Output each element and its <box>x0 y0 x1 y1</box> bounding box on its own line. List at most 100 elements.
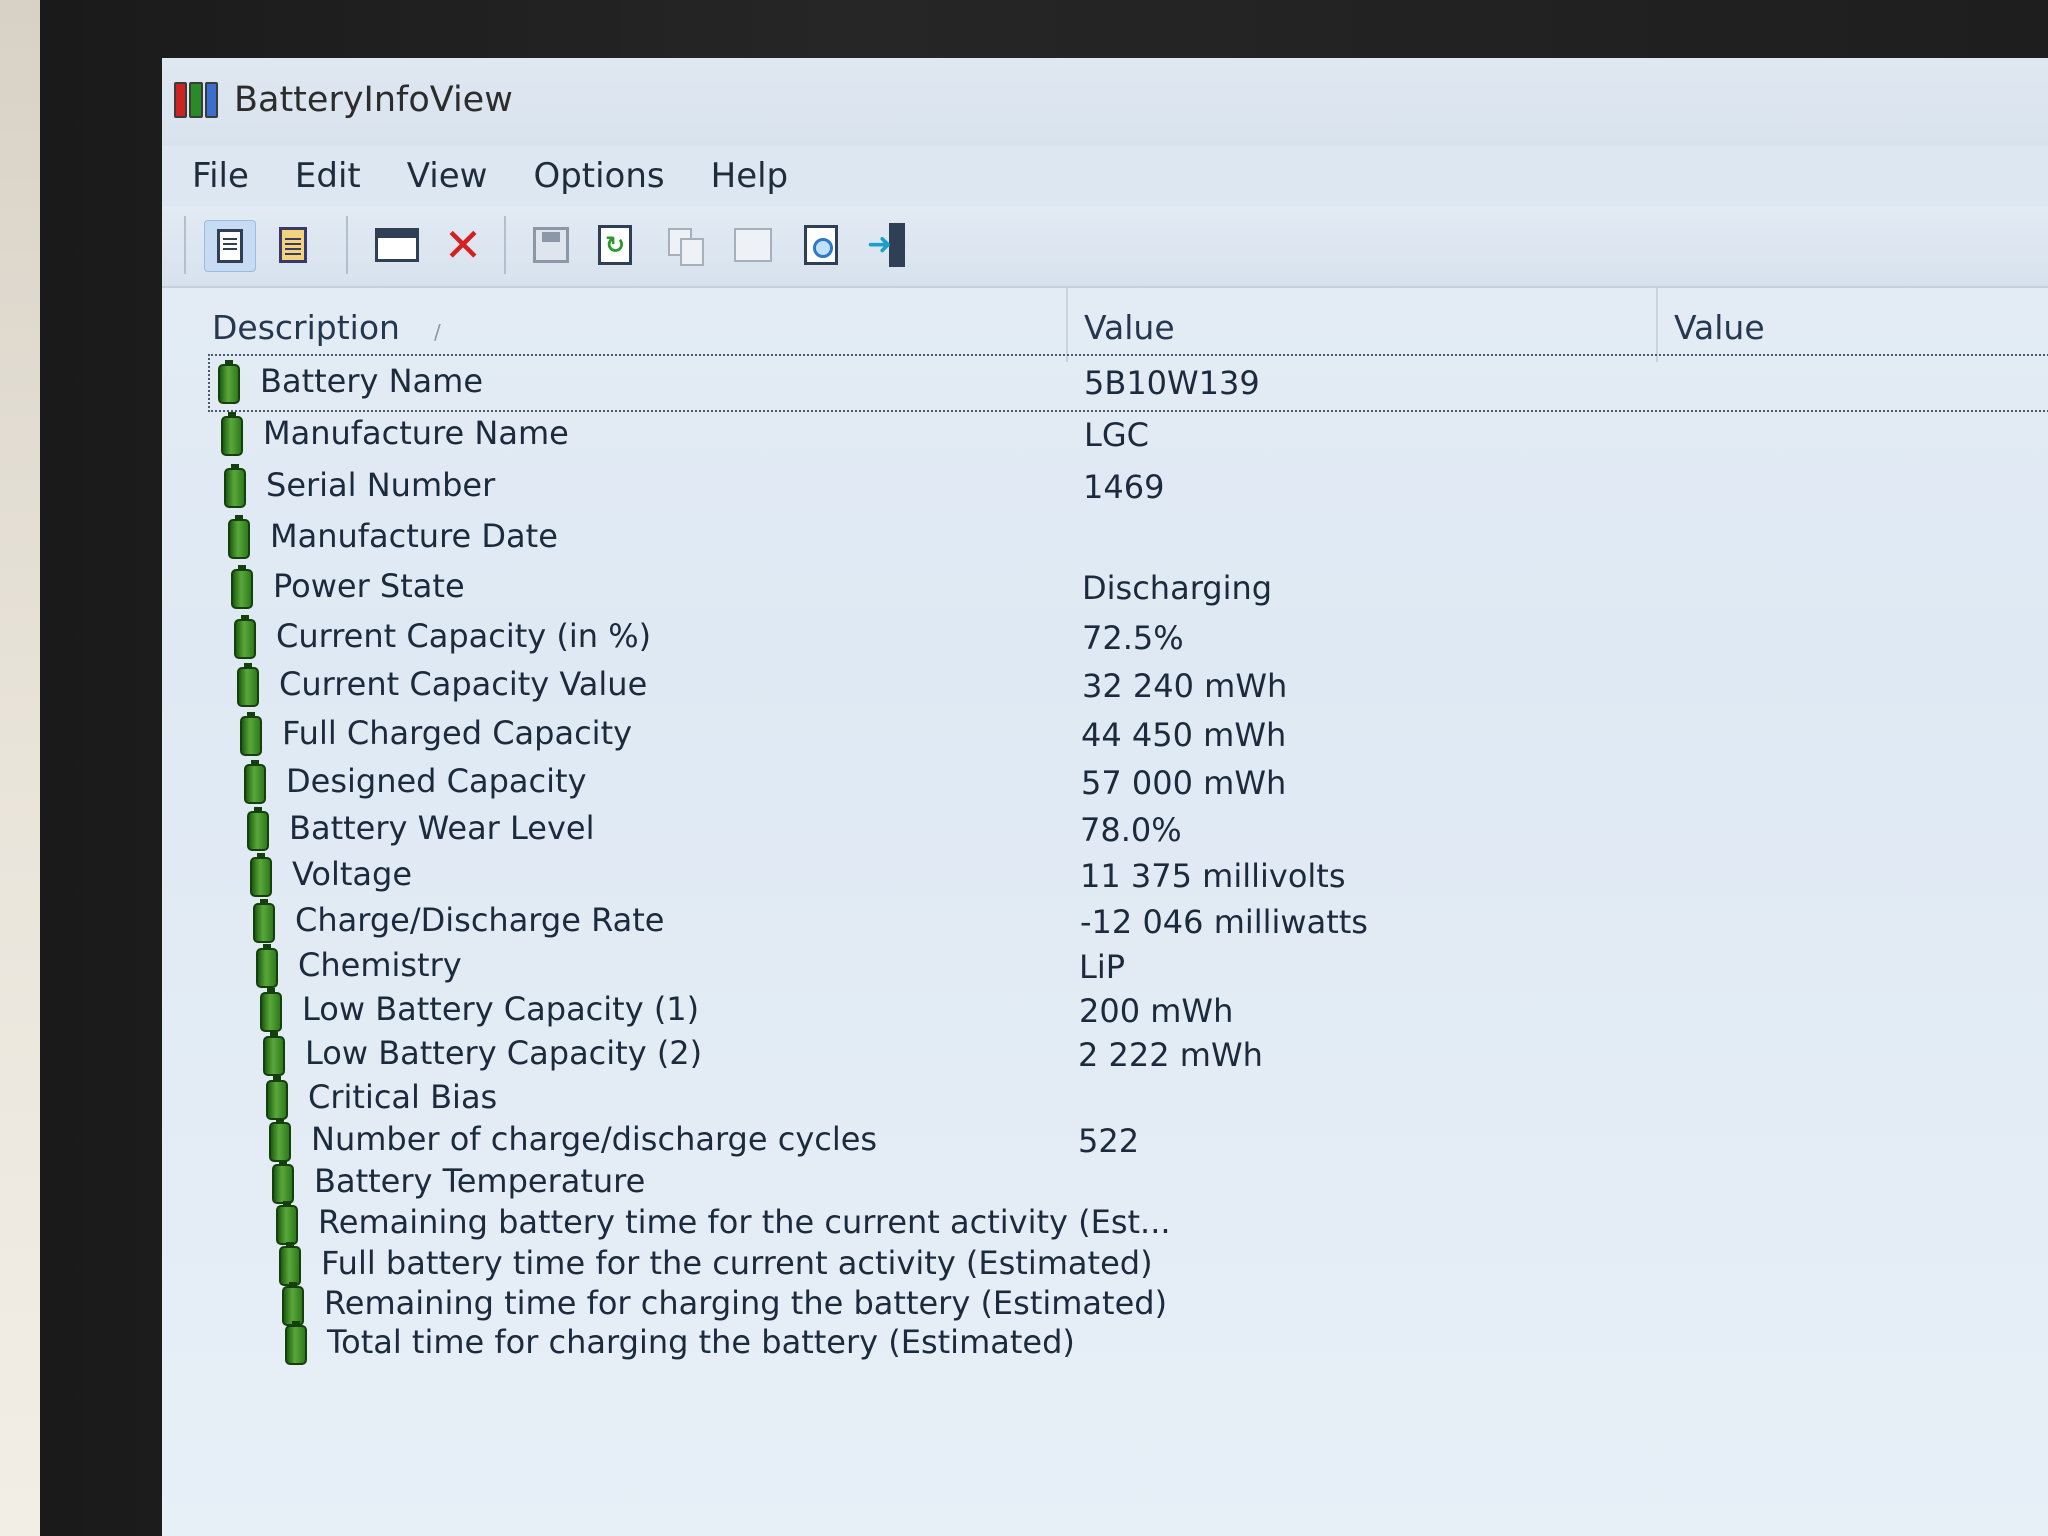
battery-icon <box>240 712 262 756</box>
item-value: LGC <box>1084 416 1149 454</box>
battery-icon <box>266 1076 288 1120</box>
list-item[interactable]: Full Charged Capacity 44 450 mWh <box>162 712 2048 756</box>
battery-icon <box>250 853 272 897</box>
menu-options[interactable]: Options <box>533 156 664 196</box>
item-value: 522 <box>1078 1122 1140 1160</box>
copy-icon[interactable] <box>660 220 710 270</box>
sort-arrow-icon: / <box>433 320 441 344</box>
list-item[interactable]: Full battery time for the current activi… <box>162 1242 2048 1286</box>
window-title: BatteryInfoView <box>234 80 513 120</box>
battery-icon <box>279 1242 301 1286</box>
item-value: 2 222 mWh <box>1078 1036 1263 1074</box>
delete-icon[interactable]: ✕ <box>438 220 488 270</box>
menu-file[interactable]: File <box>192 156 249 196</box>
app-window: BatteryInfoView File Edit View Options H… <box>162 58 2048 1536</box>
list-item[interactable]: Total time for charging the battery (Est… <box>162 1321 2048 1365</box>
item-value: Discharging <box>1082 569 1273 607</box>
item-value: 32 240 mWh <box>1082 667 1288 705</box>
list-item[interactable]: Manufacture Date <box>162 515 2048 559</box>
list-item[interactable]: Serial Number 1469 <box>162 464 2048 508</box>
find-icon[interactable] <box>796 220 846 270</box>
battery-icon <box>237 663 259 707</box>
save-icon[interactable] <box>526 220 576 270</box>
item-description: Current Capacity Value <box>279 665 648 703</box>
item-description: Chemistry <box>298 946 462 984</box>
item-description: Full Charged Capacity <box>282 714 633 752</box>
battery-icon <box>282 1282 304 1326</box>
item-description: Manufacture Date <box>270 517 558 555</box>
toolbar-separator <box>184 216 186 274</box>
item-value: 11 375 millivolts <box>1080 857 1346 895</box>
column-header-description[interactable]: Description / <box>212 308 441 347</box>
item-description: Low Battery Capacity (1) <box>302 990 700 1028</box>
toolbar-separator <box>346 216 348 274</box>
item-description: Manufacture Name <box>263 414 569 452</box>
list-item[interactable]: Battery Name 5B10W139 <box>162 354 2048 412</box>
item-value: 44 450 mWh <box>1081 716 1287 754</box>
battery-icon <box>218 360 240 404</box>
list-item[interactable]: Low Battery Capacity (2) 2 222 mWh <box>162 1032 2048 1076</box>
toolbar: ✕ ↻ <box>162 206 2048 288</box>
column-divider[interactable] <box>1656 288 1658 362</box>
list-item[interactable]: Remaining battery time for the current a… <box>162 1201 2048 1245</box>
item-description: Current Capacity (in %) <box>276 617 652 655</box>
clipboard-icon[interactable] <box>268 220 318 270</box>
list-item[interactable]: Voltage 11 375 millivolts <box>162 853 2048 897</box>
item-description: Designed Capacity <box>286 762 587 800</box>
list-item[interactable]: Designed Capacity 57 000 mWh <box>162 760 2048 804</box>
battery-icon <box>272 1160 294 1204</box>
list-item[interactable]: Battery Wear Level 78.0% <box>162 807 2048 851</box>
battery-icon <box>234 615 256 659</box>
item-value: 72.5% <box>1082 619 1184 657</box>
column-header-value-2[interactable]: Value <box>1674 308 1765 347</box>
menu-bar: File Edit View Options Help <box>162 146 2048 206</box>
item-value: 57 000 mWh <box>1081 764 1287 802</box>
item-description: Remaining battery time for the current a… <box>318 1203 1171 1241</box>
item-description: Total time for charging the battery (Est… <box>327 1323 1075 1361</box>
list-item[interactable]: Critical Bias <box>162 1076 2048 1120</box>
list-item[interactable]: Manufacture Name LGC <box>162 412 2048 456</box>
battery-icon <box>244 760 266 804</box>
refresh-icon[interactable]: ↻ <box>590 220 640 270</box>
battery-icon <box>221 412 243 456</box>
column-divider[interactable] <box>1066 288 1068 362</box>
item-description: Charge/Discharge Rate <box>295 901 665 939</box>
html-report-icon[interactable] <box>204 220 256 272</box>
battery-icon <box>256 944 278 988</box>
item-description: Serial Number <box>266 466 496 504</box>
item-value: 200 mWh <box>1079 992 1234 1030</box>
battery-icon <box>285 1321 307 1365</box>
list-item[interactable]: Low Battery Capacity (1) 200 mWh <box>162 988 2048 1032</box>
list-item[interactable]: Power State Discharging <box>162 565 2048 609</box>
item-description: Battery Wear Level <box>289 809 595 847</box>
list-item[interactable]: Chemistry LiP <box>162 944 2048 988</box>
item-value: 5B10W139 <box>1084 364 1260 402</box>
item-description: Power State <box>273 567 465 605</box>
item-description: Full battery time for the current activi… <box>321 1244 1153 1282</box>
battery-icon <box>253 899 275 943</box>
window-icon[interactable] <box>372 220 422 270</box>
battery-icon <box>269 1118 291 1162</box>
properties-icon[interactable] <box>728 220 778 270</box>
item-description: Critical Bias <box>308 1078 498 1116</box>
list-item[interactable]: Current Capacity (in %) 72.5% <box>162 615 2048 659</box>
list-item[interactable]: Charge/Discharge Rate -12 046 milliwatts <box>162 899 2048 943</box>
menu-help[interactable]: Help <box>711 156 789 196</box>
list-item[interactable]: Number of charge/discharge cycles 522 <box>162 1118 2048 1162</box>
battery-icon <box>263 1032 285 1076</box>
column-header-value[interactable]: Value <box>1084 308 1175 347</box>
exit-icon[interactable] <box>862 220 912 270</box>
battery-icon <box>247 807 269 851</box>
list-item[interactable]: Remaining time for charging the battery … <box>162 1282 2048 1326</box>
battery-icon <box>228 515 250 559</box>
list-item[interactable]: Battery Temperature <box>162 1160 2048 1204</box>
item-description: Battery Temperature <box>314 1162 646 1200</box>
list-item[interactable]: Current Capacity Value 32 240 mWh <box>162 663 2048 707</box>
item-description: Remaining time for charging the battery … <box>324 1284 1168 1322</box>
item-value: -12 046 milliwatts <box>1080 903 1368 941</box>
menu-edit[interactable]: Edit <box>295 156 361 196</box>
battery-info-list: Battery Name 5B10W139 Manufacture Name LGC S… <box>162 354 2048 1536</box>
list-header: Description / Value Value <box>162 288 2048 362</box>
menu-view[interactable]: View <box>407 156 488 196</box>
item-value: LiP <box>1079 948 1126 986</box>
